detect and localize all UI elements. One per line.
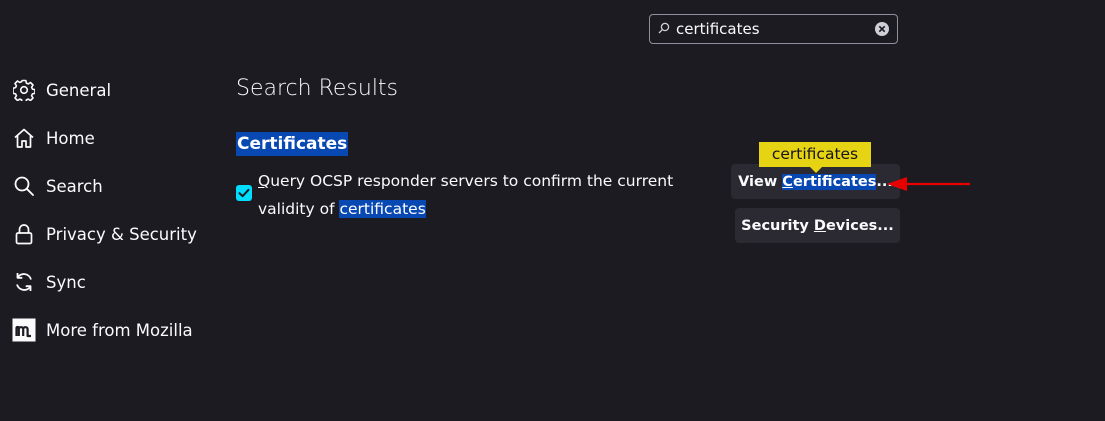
- search-box[interactable]: [649, 14, 898, 44]
- ocsp-text: uery OCSP responder servers to confirm t…: [258, 172, 674, 218]
- page-title: Search Results: [236, 76, 399, 101]
- button-label-prefix: Security: [741, 217, 814, 234]
- search-tooltip: certificates: [759, 142, 871, 173]
- sidebar-item-label: Home: [46, 128, 95, 148]
- sidebar-item-privacy-security[interactable]: Privacy & Security: [12, 214, 212, 254]
- mozilla-icon: [12, 318, 36, 342]
- sidebar-item-label: Search: [46, 176, 103, 196]
- sidebar-item-search[interactable]: Search: [12, 166, 212, 206]
- home-icon: [12, 126, 36, 150]
- sidebar-item-home[interactable]: Home: [12, 118, 212, 158]
- checkmark-icon: [238, 188, 250, 198]
- annotation-arrow-icon: [887, 177, 970, 191]
- search-highlight: certificates: [339, 200, 426, 218]
- tooltip-text: certificates: [771, 145, 859, 163]
- sidebar-item-label: Sync: [46, 272, 86, 292]
- lock-icon: [12, 222, 36, 246]
- sidebar-item-general[interactable]: General: [12, 70, 212, 110]
- section-heading-certificates: Certificates: [236, 132, 349, 156]
- button-label-prefix: View: [738, 173, 783, 190]
- sidebar-item-label: More from Mozilla: [46, 320, 193, 340]
- sidebar-item-label: Privacy & Security: [46, 224, 197, 244]
- access-key: Q: [258, 172, 271, 190]
- preferences-page: General Home Search: [0, 0, 1105, 421]
- security-devices-button[interactable]: Security Devices...: [735, 208, 900, 243]
- access-key: D: [813, 217, 826, 234]
- sync-icon: [12, 270, 36, 294]
- gear-icon: [12, 78, 36, 102]
- button-label-rest: evices...: [825, 217, 894, 234]
- button-label-highlight: ertificates: [792, 173, 877, 190]
- clear-search-icon[interactable]: [875, 22, 889, 36]
- sidebar-item-label: General: [46, 80, 112, 100]
- ocsp-checkbox[interactable]: [236, 185, 252, 201]
- sidebar-item-sync[interactable]: Sync: [12, 262, 212, 302]
- sidebar-item-more-from-mozilla[interactable]: More from Mozilla: [12, 310, 212, 350]
- search-icon: [12, 174, 36, 198]
- ocsp-checkbox-label[interactable]: Query OCSP responder servers to confirm …: [258, 167, 728, 223]
- access-key: C: [782, 173, 793, 190]
- tooltip-tail: [810, 167, 822, 173]
- search-icon: [658, 22, 670, 34]
- search-input[interactable]: [676, 18, 872, 40]
- search-highlight: Certificates: [782, 173, 877, 190]
